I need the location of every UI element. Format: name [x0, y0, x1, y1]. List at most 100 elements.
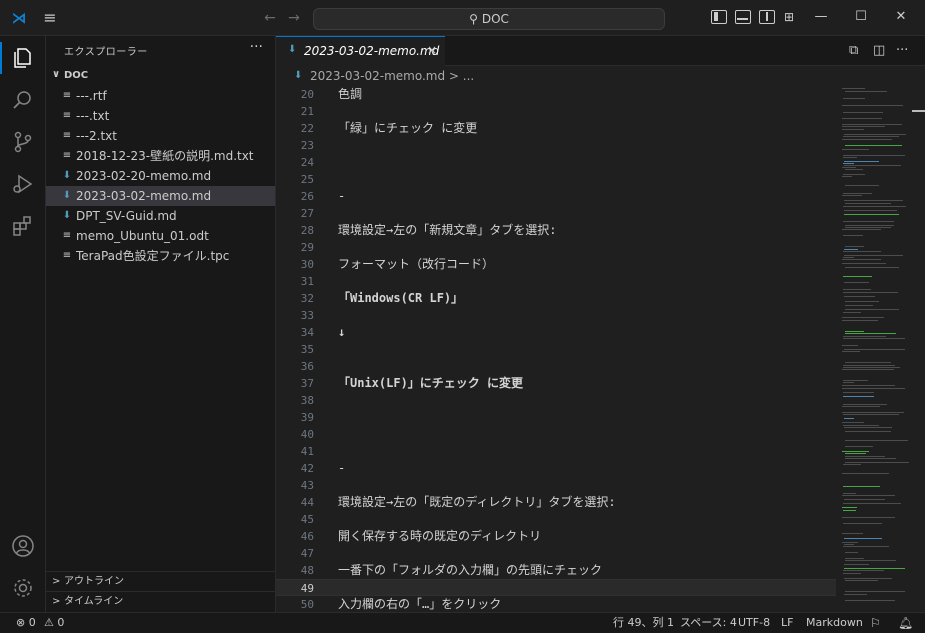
maximize-button[interactable]: ☐ [846, 6, 876, 28]
code-line[interactable]: 27 [276, 205, 836, 222]
problems-warnings[interactable]: ⚠ 0 [44, 613, 64, 633]
cursor-position[interactable]: 行 49、列 1 [613, 613, 674, 633]
minimap[interactable] [842, 86, 912, 612]
code-line[interactable]: 40 [276, 426, 836, 443]
code-line[interactable]: 33 [276, 307, 836, 324]
scrollbar-thumb[interactable] [912, 110, 925, 112]
more-actions-icon[interactable]: ··· [250, 39, 263, 55]
code-line[interactable]: 43 [276, 477, 836, 494]
file-item[interactable]: ≡ 2018-12-23-壁紙の説明.md.txt [46, 146, 275, 166]
code-line[interactable]: 22 「緑」にチェック に変更 [276, 120, 836, 137]
extensions-icon[interactable] [0, 206, 46, 246]
encoding[interactable]: UTF-8 [738, 613, 770, 633]
minimap-line [842, 542, 858, 543]
problems-errors[interactable]: ⊗ 0 [16, 613, 36, 633]
feedback-icon[interactable]: ⚐ [870, 613, 881, 633]
code-line[interactable]: 26 - [276, 188, 836, 205]
customize-layout-icon[interactable]: ⊞ [774, 6, 804, 28]
command-center-search[interactable]: ⚲ DOC [313, 8, 665, 30]
code-line[interactable]: 36 [276, 358, 836, 375]
minimap-line [845, 185, 879, 186]
source-control-icon[interactable] [0, 122, 46, 162]
toggle-primary-sidebar-icon[interactable] [711, 10, 727, 24]
accounts-icon[interactable] [0, 526, 46, 566]
run-and-debug-icon[interactable] [0, 164, 46, 204]
minimap-line [842, 320, 878, 321]
code-line[interactable]: 38 [276, 392, 836, 409]
file-item[interactable]: ≡ ---.txt [46, 106, 275, 126]
file-item[interactable]: ≡ TeraPad色設定ファイル.tpc [46, 246, 275, 266]
minimap-line [843, 157, 857, 158]
breadcrumb[interactable]: ⬇ 2023-03-02-memo.md > ... [276, 66, 925, 86]
indentation[interactable]: スペース: 4 [680, 613, 737, 633]
notifications-bell-icon[interactable]: 🔔︎ [898, 613, 913, 633]
code-line[interactable]: 44 環境設定→左の「既定のディレクトリ」タブを選択: [276, 494, 836, 511]
line-number: 49 [300, 582, 314, 595]
code-line[interactable]: 28 環境設定→左の「新規文章」タブを選択: [276, 222, 836, 239]
file-item[interactable]: ⬇ 2023-02-20-memo.md [46, 166, 275, 186]
code-line[interactable]: 31 [276, 273, 836, 290]
vertical-scrollbar[interactable] [912, 86, 925, 612]
code-line[interactable]: 34 ↓ [276, 324, 836, 341]
search-view-icon[interactable] [0, 80, 46, 120]
more-actions-icon[interactable]: ··· [896, 43, 908, 58]
minimap-line [843, 523, 882, 524]
split-editor-icon[interactable]: ◫ [873, 43, 885, 58]
code-editor[interactable]: 20 色調 21 22 「緑」にチェック に変更 23 24 25 26 - 27 28 環境設定→左の… [276, 86, 836, 612]
code-line[interactable]: 45 [276, 511, 836, 528]
code-line[interactable]: 32 「Windows(CR LF)」 [276, 290, 836, 307]
minimap-line [843, 493, 856, 494]
code-line[interactable]: 24 [276, 154, 836, 171]
code-line[interactable]: 48 一番下の「フォルダの入力欄」の先頭にチェック [276, 562, 836, 579]
end-of-line[interactable]: LF [781, 613, 793, 633]
minimap-line [842, 167, 856, 168]
menu-icon[interactable]: ≡ [40, 8, 60, 28]
close-window-button[interactable]: ✕ [886, 6, 916, 28]
code-line[interactable]: 25 [276, 171, 836, 188]
file-item[interactable]: ≡ ---.rtf [46, 86, 275, 106]
minimize-button[interactable]: — [806, 6, 836, 28]
settings-gear-icon[interactable] [0, 568, 46, 608]
tab-close-icon[interactable]: × [427, 43, 437, 57]
code-line[interactable]: 50 入力欄の右の「…」をクリック [276, 596, 836, 612]
code-line[interactable]: 29 [276, 239, 836, 256]
line-text: 開く保存する時の既定のディレクトリ [338, 529, 542, 543]
code-line[interactable]: 37 「Unix(LF)」にチェック に変更 [276, 375, 836, 392]
code-line[interactable]: 47 [276, 545, 836, 562]
language-mode[interactable]: Markdown [806, 613, 863, 633]
minimap-line [843, 155, 905, 156]
file-item[interactable]: ≡ memo_Ubuntu_01.odt [46, 226, 275, 246]
minimap-line [844, 538, 882, 539]
code-line[interactable]: 21 [276, 103, 836, 120]
code-line[interactable]: 46 開く保存する時の既定のディレクトリ [276, 528, 836, 545]
minimap-line [845, 362, 891, 363]
minimap-line [843, 235, 863, 236]
file-item[interactable]: ⬇ 2023-03-02-memo.md [46, 186, 275, 206]
outline-section[interactable]: > アウトライン [46, 571, 275, 592]
minimap-line [844, 349, 905, 350]
toggle-panel-icon[interactable] [735, 10, 751, 24]
code-line[interactable]: 39 [276, 409, 836, 426]
back-icon[interactable]: ← [262, 9, 278, 27]
code-line[interactable]: 42 - [276, 460, 836, 477]
code-line[interactable]: 41 [276, 443, 836, 460]
timeline-section[interactable]: > タイムライン [46, 591, 275, 612]
minimap-line [844, 200, 903, 201]
code-line[interactable]: 30 フォーマット（改行コード） [276, 256, 836, 273]
tab-2023-03-02-memo[interactable]: ⬇ 2023-03-02-memo.md × [276, 36, 445, 66]
folder-doc[interactable]: ∨ DOC [46, 68, 275, 86]
code-line[interactable]: 35 [276, 341, 836, 358]
explorer-icon[interactable] [0, 38, 46, 78]
open-preview-icon[interactable]: ⧉ [849, 43, 858, 58]
minimap-line [843, 392, 874, 393]
forward-icon[interactable]: → [286, 9, 302, 27]
code-line[interactable]: 20 色調 [276, 86, 836, 103]
minimap-line [842, 124, 902, 125]
code-line[interactable]: 23 [276, 137, 836, 154]
toggle-secondary-sidebar-icon[interactable] [759, 10, 775, 24]
file-item[interactable]: ≡ ---2.txt [46, 126, 275, 146]
minimap-line [843, 276, 872, 277]
chevron-down-icon: ∨ [52, 69, 61, 80]
file-item[interactable]: ⬇ DPT_SV-Guid.md [46, 206, 275, 226]
code-line[interactable]: 49 [276, 579, 836, 596]
